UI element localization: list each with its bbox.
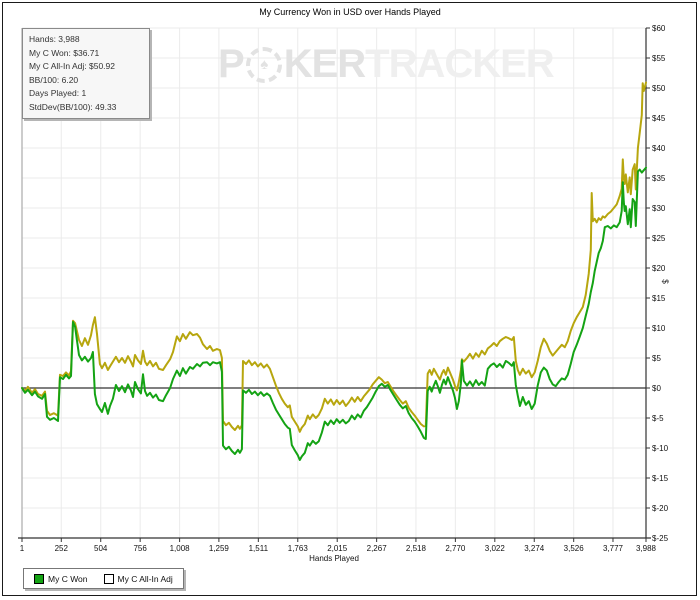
svg-text:$25: $25 <box>652 234 666 243</box>
legend-label: My C All-In Adj <box>117 573 173 584</box>
stat-my-c-all-in-adj: My C All-In Adj: $50.92 <box>29 61 115 71</box>
spade-icon: ♠ <box>260 56 268 73</box>
svg-text:$45: $45 <box>652 114 666 123</box>
svg-text:3,274: 3,274 <box>524 544 545 553</box>
svg-text:3,526: 3,526 <box>564 544 585 553</box>
poker-chip-icon: ♠ <box>245 46 282 83</box>
pokertracker-watermark: P ♠ KER TRACKER <box>218 42 555 87</box>
svg-text:2,267: 2,267 <box>367 544 388 553</box>
legend-item-my-c-all-in-adj[interactable]: My C All-In Adj <box>103 573 173 584</box>
svg-text:2,015: 2,015 <box>327 544 348 553</box>
svg-text:$10: $10 <box>652 324 666 333</box>
svg-text:504: 504 <box>94 544 108 553</box>
watermark-text-ker: KER <box>283 42 366 86</box>
svg-text:$-25: $-25 <box>652 534 669 543</box>
svg-text:$0: $0 <box>652 384 661 393</box>
svg-text:$20: $20 <box>652 264 666 273</box>
svg-text:$40: $40 <box>652 144 666 153</box>
stat-stddev: StdDev(BB/100): 49.33 <box>29 101 117 112</box>
svg-text:$50: $50 <box>652 84 666 93</box>
stat-hands: Hands: 3,988 <box>29 34 80 44</box>
svg-text:$-20: $-20 <box>652 504 669 513</box>
watermark-text-tracker: TRACKER <box>365 42 555 86</box>
svg-text:2,518: 2,518 <box>406 544 427 553</box>
svg-text:252: 252 <box>55 544 69 553</box>
svg-text:3,022: 3,022 <box>485 544 506 553</box>
svg-text:1,763: 1,763 <box>288 544 309 553</box>
watermark-text-p: P <box>218 42 245 86</box>
stat-days-played: Days Played: 1 <box>29 88 87 98</box>
svg-text:3,988: 3,988 <box>636 544 657 553</box>
svg-text:$-15: $-15 <box>652 474 669 483</box>
svg-text:1: 1 <box>20 544 25 553</box>
svg-text:$35: $35 <box>652 174 666 183</box>
svg-text:$-10: $-10 <box>652 444 669 453</box>
svg-text:$55: $55 <box>652 54 666 63</box>
stat-bb-100: BB/100: 6.20 <box>29 74 79 85</box>
svg-text:$30: $30 <box>652 204 666 213</box>
chart-legend: My C Won My C All-In Adj <box>23 568 184 589</box>
my-c-won-swatch-icon <box>34 573 44 584</box>
my-c-all-in-adj-swatch-icon <box>103 573 114 584</box>
svg-text:1,511: 1,511 <box>249 544 269 553</box>
svg-text:2,770: 2,770 <box>445 544 466 553</box>
svg-text:756: 756 <box>133 544 147 553</box>
svg-text:$-5: $-5 <box>652 414 664 423</box>
session-stats-box: Hands: 3,988 My C Won: $36.71 My C All-I… <box>22 28 150 119</box>
svg-text:Hands Played: Hands Played <box>309 554 359 563</box>
y-axis-title: $ <box>660 279 670 284</box>
svg-text:3,777: 3,777 <box>603 544 624 553</box>
pokertracker-graph-window: My Currency Won in USD over Hands Played… <box>0 0 700 600</box>
legend-item-my-c-won[interactable]: My C Won <box>34 573 88 584</box>
stat-my-c-won: My C Won: $36.71 <box>29 47 100 58</box>
legend-label: My C Won <box>48 573 88 584</box>
svg-text:1,259: 1,259 <box>209 544 230 553</box>
svg-text:1,008: 1,008 <box>170 544 191 553</box>
svg-text:$15: $15 <box>652 294 666 303</box>
svg-text:$5: $5 <box>652 354 661 363</box>
svg-text:$60: $60 <box>652 24 666 33</box>
